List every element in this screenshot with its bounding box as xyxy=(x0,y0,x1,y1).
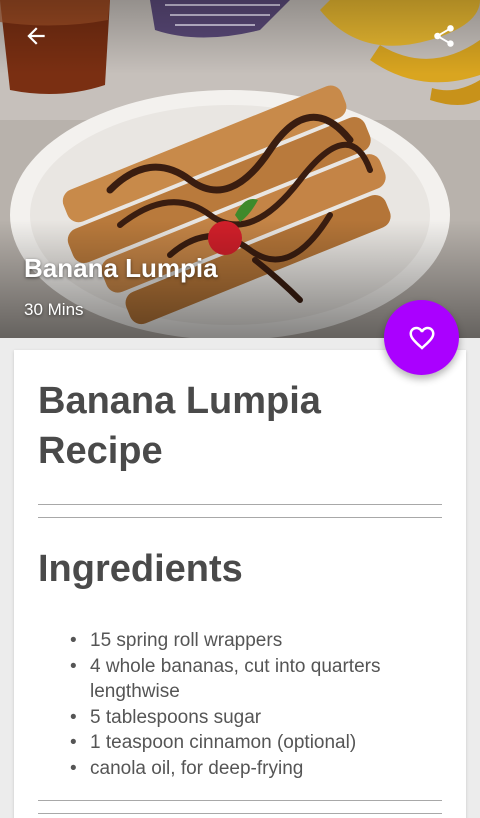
bullet-icon: • xyxy=(70,655,77,677)
heart-outline-icon xyxy=(409,326,434,350)
divider xyxy=(38,504,442,505)
list-item: • 1 teaspoon cinnamon (optional) xyxy=(52,730,432,756)
share-icon xyxy=(434,25,454,47)
ingredient-text: 15 spring roll wrappers xyxy=(90,630,283,651)
ingredients-heading: Ingredients xyxy=(38,548,243,590)
recipe-card: Banana Lumpia Recipe Ingredients • 15 spr… xyxy=(14,350,466,818)
divider xyxy=(38,813,442,814)
back-button[interactable] xyxy=(12,12,60,60)
bullet-icon: • xyxy=(70,732,77,753)
divider xyxy=(38,800,442,801)
bullet-icon: • xyxy=(70,706,77,728)
ingredient-text: 4 whole bananas, cut into quarters lengt… xyxy=(90,655,381,703)
hero-shade-overlay xyxy=(0,0,480,338)
list-item: • canola oil, for deep-frying xyxy=(52,756,432,782)
arrow-left-icon xyxy=(27,27,45,45)
ingredient-text: canola oil, for deep-frying xyxy=(90,757,304,779)
bullet-icon: • xyxy=(70,757,77,779)
favorite-button[interactable] xyxy=(384,300,459,375)
list-item: • 5 tablespoons sugar xyxy=(52,705,432,731)
ingredients-list: • 15 spring roll wrappers • 4 whole banana… xyxy=(52,628,432,781)
cook-time: 30 Mins xyxy=(24,300,84,319)
ingredient-text: 1 teaspoon cinnamon (optional) xyxy=(90,732,357,753)
ingredient-text: 5 tablespoons sugar xyxy=(90,706,262,728)
list-item: • 4 whole bananas, cut into quarters leng… xyxy=(52,654,432,705)
list-item: • 15 spring roll wrappers xyxy=(52,628,432,654)
bullet-icon: • xyxy=(70,630,77,651)
recipe-title: Banana Lumpia Recipe xyxy=(38,380,321,472)
divider xyxy=(38,517,442,518)
hero-image-header: Banana Lumpia 30 Mins xyxy=(0,0,480,338)
share-button[interactable] xyxy=(420,12,468,60)
hero-title: Banana Lumpia xyxy=(24,253,218,283)
